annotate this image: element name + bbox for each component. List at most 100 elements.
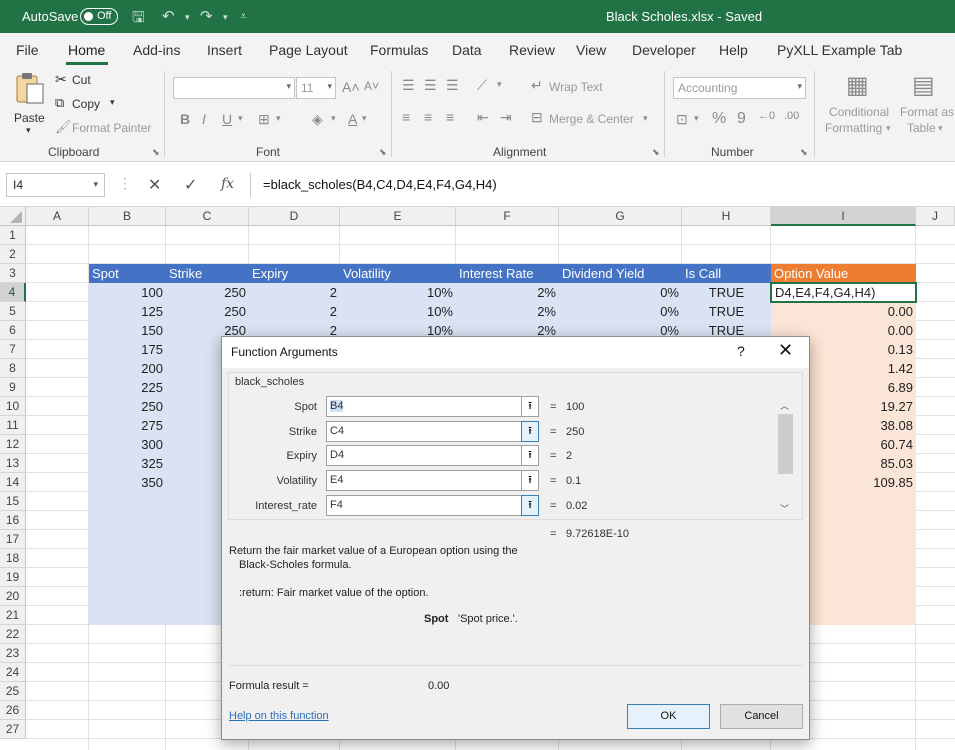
header-expiry[interactable]: Expiry xyxy=(249,264,340,283)
cell-d5[interactable]: 2 xyxy=(249,302,340,321)
currency-dropdown-icon[interactable]: ▾ xyxy=(694,113,699,124)
tab-view[interactable]: View xyxy=(576,42,606,58)
help-icon[interactable]: ? xyxy=(737,343,745,359)
arg-input-strike[interactable]: C4 xyxy=(326,421,523,442)
column-header-f[interactable]: F xyxy=(456,207,559,226)
cell-e4[interactable]: 10% xyxy=(340,283,456,302)
column-header-e[interactable]: E xyxy=(340,207,456,226)
row-header-13[interactable]: 13 xyxy=(0,454,26,473)
row-header-25[interactable]: 25 xyxy=(0,682,26,701)
increase-font-icon[interactable]: A˄ xyxy=(342,79,360,95)
font-color-dropdown-icon[interactable]: ▾ xyxy=(362,113,367,124)
tab-home[interactable]: Home xyxy=(68,42,105,58)
wrap-text-icon[interactable]: ↵ xyxy=(531,77,543,94)
row-header-4[interactable]: 4 xyxy=(0,283,26,302)
row-header-5[interactable]: 5 xyxy=(0,302,26,321)
cell-c5[interactable]: 250 xyxy=(166,302,249,321)
italic-button[interactable]: I xyxy=(202,111,206,127)
header-interest-rate[interactable]: Interest Rate xyxy=(456,264,559,283)
tab-data[interactable]: Data xyxy=(452,42,482,58)
name-box[interactable]: I4 ▾ xyxy=(6,173,105,197)
row-header-24[interactable]: 24 xyxy=(0,663,26,682)
copy-icon[interactable]: ⧉ xyxy=(55,95,64,111)
redo-dropdown-icon[interactable]: ▾ xyxy=(223,12,228,23)
copy-dropdown-icon[interactable]: ▾ xyxy=(110,97,115,108)
number-launcher-icon[interactable]: ⬊ xyxy=(800,147,808,158)
font-size-combo[interactable]: 11 ▾ xyxy=(296,77,336,99)
row-header-3[interactable]: 3 xyxy=(0,264,26,283)
autosave-toggle[interactable]: Off xyxy=(80,8,118,25)
column-header-j[interactable]: J xyxy=(916,207,955,226)
insert-function-icon[interactable]: fx xyxy=(221,176,234,192)
row-header-2[interactable]: 2 xyxy=(0,245,26,264)
align-bottom-icon[interactable]: ☰ xyxy=(446,77,459,94)
arg-input-expiry[interactable]: D4 xyxy=(326,445,523,466)
currency-icon[interactable]: ⊡ xyxy=(676,111,688,128)
font-name-combo[interactable]: ▾ xyxy=(173,77,295,99)
row-header-7[interactable]: 7 xyxy=(0,340,26,359)
collapse-dialog-icon[interactable]: ⭱ xyxy=(521,396,539,417)
conditional-formatting-label-1[interactable]: Conditional xyxy=(829,105,889,119)
underline-dropdown-icon[interactable]: ▾ xyxy=(238,113,243,124)
cell-b5[interactable]: 125 xyxy=(89,302,166,321)
wrap-text-button[interactable]: Wrap Text xyxy=(549,80,603,94)
borders-dropdown-icon[interactable]: ▾ xyxy=(276,113,281,124)
row-header-1[interactable]: 1 xyxy=(0,226,26,245)
cell-b7[interactable]: 175 xyxy=(89,340,166,359)
tab-formulas[interactable]: Formulas xyxy=(370,42,428,58)
format-as-table-label-1[interactable]: Format as xyxy=(900,105,954,119)
row-header-12[interactable]: 12 xyxy=(0,435,26,454)
cell-b10[interactable]: 250 xyxy=(89,397,166,416)
row-header-16[interactable]: 16 xyxy=(0,511,26,530)
tab-page-layout[interactable]: Page Layout xyxy=(269,42,348,58)
decrease-decimal-icon[interactable]: .00 xyxy=(784,110,799,122)
column-header-c[interactable]: C xyxy=(166,207,249,226)
column-header-g[interactable]: G xyxy=(559,207,682,226)
cell-b14[interactable]: 350 xyxy=(89,473,166,492)
cell-b6[interactable]: 150 xyxy=(89,321,166,340)
collapse-dialog-icon[interactable]: ⭱ xyxy=(521,445,539,466)
scroll-up-icon[interactable]: ︿ xyxy=(780,399,789,412)
cell-h4[interactable]: TRUE xyxy=(682,283,771,302)
cancel-button[interactable]: Cancel xyxy=(720,704,803,729)
formula-input[interactable]: =black_scholes(B4,C4,D4,E4,F4,G4,H4) xyxy=(250,173,950,197)
cell-f5[interactable]: 2% xyxy=(456,302,559,321)
confirm-entry-icon[interactable]: ✓ xyxy=(184,175,197,195)
cancel-entry-icon[interactable]: ✕ xyxy=(148,175,161,195)
format-painter-button[interactable]: Format Painter xyxy=(72,121,151,135)
borders-icon[interactable]: ⊞ xyxy=(258,111,270,128)
format-as-table-icon[interactable]: ▤ xyxy=(912,71,935,100)
align-right-icon[interactable]: ≡ xyxy=(446,109,454,125)
orientation-dropdown-icon[interactable]: ▾ xyxy=(497,79,502,90)
tab-pyxll-example[interactable]: PyXLL Example Tab xyxy=(777,42,902,58)
merge-dropdown-icon[interactable]: ▾ xyxy=(643,113,648,124)
cell-b11[interactable]: 275 xyxy=(89,416,166,435)
row-header-20[interactable]: 20 xyxy=(0,587,26,606)
column-header-b[interactable]: B xyxy=(89,207,166,226)
cut-icon[interactable]: ✂ xyxy=(55,71,67,88)
collapse-dialog-icon[interactable]: ⭱ xyxy=(521,421,539,442)
cell-b12[interactable]: 300 xyxy=(89,435,166,454)
row-header-10[interactable]: 10 xyxy=(0,397,26,416)
comma-style-icon[interactable]: 9 xyxy=(737,110,746,128)
row-header-6[interactable]: 6 xyxy=(0,321,26,340)
close-icon[interactable]: ✕ xyxy=(778,340,793,361)
underline-button[interactable]: U xyxy=(222,111,232,127)
header-is-call[interactable]: Is Call xyxy=(682,264,771,283)
cut-button[interactable]: Cut xyxy=(72,73,91,87)
cell-d4[interactable]: 2 xyxy=(249,283,340,302)
header-volatility[interactable]: Volatility xyxy=(340,264,456,283)
row-header-18[interactable]: 18 xyxy=(0,549,26,568)
cell-b8[interactable]: 200 xyxy=(89,359,166,378)
conditional-formatting-icon[interactable]: ▦ xyxy=(846,71,869,100)
orientation-icon[interactable]: ⟋ xyxy=(477,77,487,94)
row-header-8[interactable]: 8 xyxy=(0,359,26,378)
tab-review[interactable]: Review xyxy=(509,42,555,58)
increase-indent-icon[interactable]: ⇥ xyxy=(500,109,512,126)
row-header-11[interactable]: 11 xyxy=(0,416,26,435)
header-option-value[interactable]: Option Value xyxy=(771,264,916,283)
cell-b4[interactable]: 100 xyxy=(89,283,166,302)
active-cell[interactable]: D4,E4,F4,G4,H4) xyxy=(770,282,917,303)
cell-f4[interactable]: 2% xyxy=(456,283,559,302)
save-icon[interactable]: 🖫 xyxy=(132,7,145,32)
